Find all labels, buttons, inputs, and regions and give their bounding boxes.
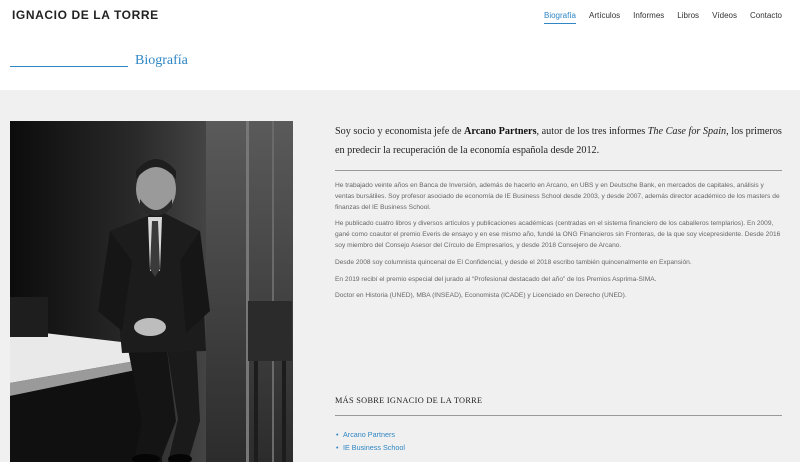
nav-item-articulos[interactable]: Artículos <box>589 11 620 24</box>
bullet-icon: • <box>336 430 339 439</box>
link-label[interactable]: Arcano Partners <box>343 430 395 439</box>
lead-company: Arcano Partners <box>464 126 537 137</box>
bio-paragraph: Doctor en Historia (UNED), MBA (INSEAD),… <box>335 292 627 300</box>
page-title: Biografía <box>135 53 188 68</box>
nav-item-biografia[interactable]: Biografía <box>543 11 577 24</box>
more-about-divider <box>335 415 782 416</box>
link-arcano-partners[interactable]: • Arcano Partners <box>336 428 405 441</box>
nav-item-libros[interactable]: Libros <box>677 11 699 24</box>
nav-item-videos[interactable]: Vídeos <box>712 11 737 24</box>
bullet-icon: • <box>336 443 339 452</box>
more-about-heading: MÁS SOBRE IGNACIO DE LA TORRE <box>335 396 483 405</box>
bio-paragraph: He trabajado veinte años en Banca de Inv… <box>335 182 780 211</box>
bio-content: Soy socio y economista jefe de Arcano Pa… <box>335 122 782 308</box>
section-title-rule <box>10 66 128 67</box>
nav-item-informes[interactable]: Informes <box>633 11 664 24</box>
lead-report-title: The Case for Spain <box>647 126 727 137</box>
portrait-image <box>10 121 293 462</box>
lead-text-2: , autor de los tres informes <box>536 126 648 137</box>
site-logo[interactable]: IGNACIO DE LA TORRE <box>12 8 159 22</box>
link-ie-business-school[interactable]: • IE Business School <box>336 441 405 454</box>
lead-text-1: Soy socio y economista jefe de <box>335 126 465 137</box>
header: IGNACIO DE LA TORRE Biografía Artículos … <box>0 0 800 90</box>
link-label[interactable]: IE Business School <box>343 443 405 452</box>
portrait-photo <box>10 121 293 462</box>
nav-item-contacto[interactable]: Contacto <box>750 11 782 24</box>
lead-divider <box>335 170 782 171</box>
bio-lead: Soy socio y economista jefe de Arcano Pa… <box>335 122 782 160</box>
bio-paragraph: En 2019 recibí el premio especial del ju… <box>335 275 657 283</box>
bio-paragraph: Desde 2008 soy columnista quincenal de E… <box>335 258 692 266</box>
main-nav: Biografía Artículos Informes Libros Víde… <box>543 11 782 24</box>
bio-paragraph: He publicado cuatro libros y diversos ar… <box>335 220 781 249</box>
more-about-links: • Arcano Partners • IE Business School <box>336 428 405 454</box>
